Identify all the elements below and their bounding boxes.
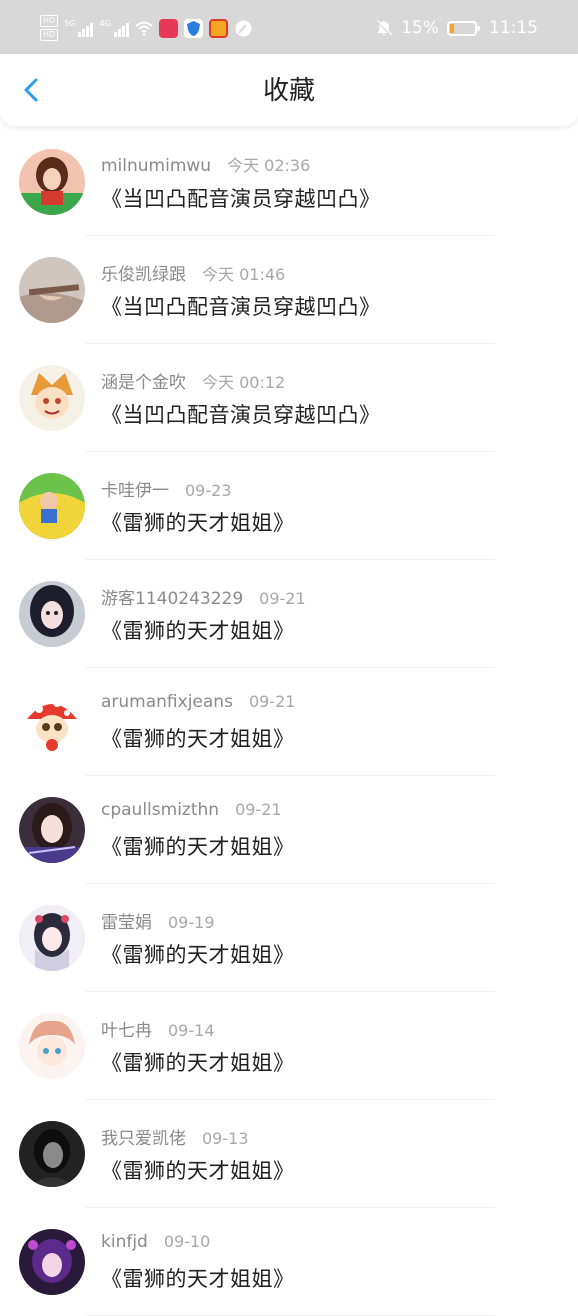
clock: 11:15 [489, 18, 538, 38]
app-header: 收藏 [0, 54, 578, 126]
timestamp: 09-21 [248, 692, 296, 711]
page-title: 收藏 [262, 76, 315, 106]
username: milnumimwu [101, 156, 212, 176]
favorite-item[interactable]: 游客1140243229 09-21 《雷狮的天才姐姐》 [0, 560, 578, 668]
favorite-item[interactable]: arumanfixjeans 09-21 《雷狮的天才姐姐》 [0, 668, 578, 776]
shield-icon [183, 18, 203, 38]
work-title: 《雷狮的天才姐姐》 [101, 943, 295, 967]
network-label: 5G [64, 19, 76, 28]
username: 我只爱凯佬 [101, 1129, 186, 1149]
hd-indicator: HD HD [40, 15, 59, 41]
favorite-item[interactable]: 叶七冉 09-14 《雷狮的天才姐姐》 [0, 992, 578, 1100]
work-title: 《当凹凸配音演员穿越凹凸》 [101, 403, 381, 427]
username: 雷莹娟 [101, 913, 152, 933]
network-label: 4G [99, 19, 111, 28]
item-meta: 乐俊凯绿跟 今天 01:46 [101, 260, 285, 285]
username: 游客1140243229 [101, 589, 244, 609]
avatar[interactable] [19, 581, 85, 647]
work-title: 《雷狮的天才姐姐》 [101, 1159, 295, 1183]
work-title: 《当凹凸配音演员穿越凹凸》 [101, 295, 381, 319]
favorite-item[interactable]: cpaullsmizthn 09-21 《雷狮的天才姐姐》 [0, 776, 578, 884]
item-meta: cpaullsmizthn 09-21 [101, 800, 282, 820]
item-meta: arumanfixjeans 09-21 [101, 692, 295, 712]
battery-percent: 15% [401, 18, 439, 38]
timestamp: 09-21 [259, 589, 306, 608]
username: 涵是个金吹 [101, 373, 186, 393]
hd-label: HD [40, 29, 59, 41]
status-bar: HD HD 5G 4G 15% 11:15 [0, 0, 578, 54]
username: cpaullsmizthn [101, 800, 220, 820]
timestamp: 09-21 [235, 800, 282, 819]
status-right: 15% 11:15 [375, 16, 538, 40]
username: kinfjd [101, 1232, 148, 1252]
status-left: HD HD 5G 4G [40, 14, 253, 42]
avatar[interactable] [19, 689, 85, 755]
item-meta: kinfjd 09-10 [101, 1232, 210, 1252]
wifi-icon [135, 21, 153, 36]
item-meta: 游客1140243229 09-21 [101, 584, 306, 609]
timestamp: 09-23 [185, 481, 232, 500]
work-title: 《雷狮的天才姐姐》 [101, 835, 295, 859]
avatar[interactable] [19, 365, 85, 431]
signal-icon: 4G [99, 19, 129, 37]
item-meta: 雷莹娟 09-19 [101, 908, 215, 933]
avatar[interactable] [19, 797, 85, 863]
timestamp: 09-13 [202, 1129, 249, 1148]
work-title: 《当凹凸配音演员穿越凹凸》 [101, 187, 381, 211]
app-notification-icon [158, 18, 178, 38]
work-title: 《雷狮的天才姐姐》 [101, 619, 295, 643]
favorite-item[interactable]: milnumimwu 今天 02:36 《当凹凸配音演员穿越凹凸》 [0, 128, 578, 236]
work-title: 《雷狮的天才姐姐》 [101, 1267, 295, 1291]
username: arumanfixjeans [101, 692, 233, 712]
avatar[interactable] [19, 905, 85, 971]
work-title: 《雷狮的天才姐姐》 [101, 1051, 295, 1075]
avatar[interactable] [19, 1013, 85, 1079]
favorite-item[interactable]: kinfjd 09-10 《雷狮的天才姐姐》 [0, 1208, 578, 1316]
battery-icon [447, 20, 480, 36]
browser-icon [235, 20, 252, 36]
work-title: 《雷狮的天才姐姐》 [101, 511, 295, 535]
favorite-item[interactable]: 乐俊凯绿跟 今天 01:46 《当凹凸配音演员穿越凹凸》 [0, 236, 578, 344]
timestamp: 今天 00:12 [202, 373, 286, 392]
work-title: 《雷狮的天才姐姐》 [101, 727, 295, 751]
avatar[interactable] [19, 257, 85, 323]
favorite-item[interactable]: 涵是个金吹 今天 00:12 《当凹凸配音演员穿越凹凸》 [0, 344, 578, 452]
item-meta: milnumimwu 今天 02:36 [101, 152, 310, 176]
favorite-item[interactable]: 卡哇伊一 09-23 《雷狮的天才姐姐》 [0, 452, 578, 560]
timestamp: 今天 01:46 [202, 265, 286, 284]
username: 卡哇伊一 [101, 481, 169, 501]
timestamp: 09-14 [168, 1021, 215, 1040]
item-meta: 我只爱凯佬 09-13 [101, 1124, 249, 1149]
hd-label: HD [40, 15, 59, 27]
item-meta: 涵是个金吹 今天 00:12 [101, 368, 285, 393]
avatar[interactable] [19, 149, 85, 215]
avatar[interactable] [19, 473, 85, 539]
timestamp: 09-10 [163, 1232, 211, 1251]
item-meta: 叶七冉 09-14 [101, 1016, 215, 1041]
bell-off-icon [376, 19, 393, 36]
avatar[interactable] [19, 1229, 85, 1295]
avatar[interactable] [19, 1121, 85, 1187]
favorite-item[interactable]: 我只爱凯佬 09-13 《雷狮的天才姐姐》 [0, 1100, 578, 1208]
timestamp: 09-19 [168, 913, 215, 932]
favorite-item[interactable]: 雷莹娟 09-19 《雷狮的天才姐姐》 [0, 884, 578, 992]
username: 乐俊凯绿跟 [101, 265, 186, 285]
item-meta: 卡哇伊一 09-23 [101, 476, 232, 501]
username: 叶七冉 [101, 1021, 152, 1041]
battery-level-fill [450, 23, 454, 33]
favorites-list: milnumimwu 今天 02:36 《当凹凸配音演员穿越凹凸》 乐俊凯绿跟 今天 0… [0, 128, 578, 1316]
app-notification-icon [208, 18, 228, 38]
timestamp: 今天 02:36 [227, 156, 311, 175]
signal-icon: 5G [64, 19, 94, 37]
